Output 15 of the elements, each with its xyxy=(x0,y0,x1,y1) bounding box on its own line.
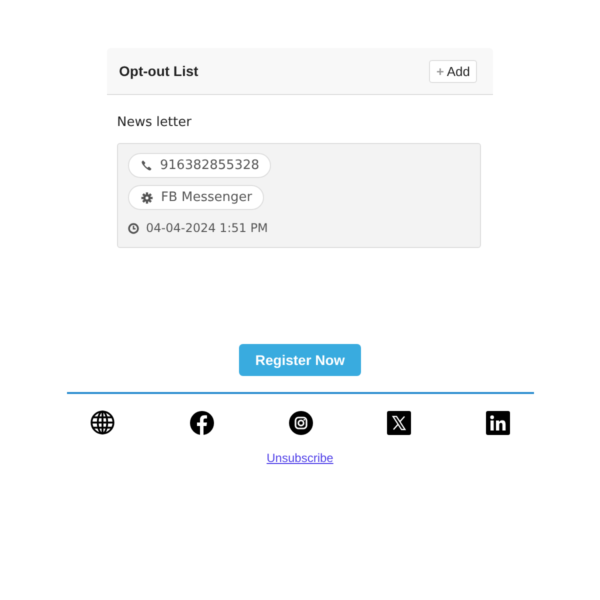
clock-icon xyxy=(128,222,139,234)
instagram-icon[interactable] xyxy=(288,410,312,434)
unsubscribe-link[interactable]: Unsubscribe xyxy=(266,451,334,465)
facebook-icon[interactable] xyxy=(190,410,214,434)
globe-icon[interactable] xyxy=(90,410,115,435)
phone-icon xyxy=(141,160,152,171)
section-label: News letter xyxy=(117,115,192,130)
channel-chip: 916382855328 xyxy=(128,153,272,178)
x-logo-icon[interactable] xyxy=(387,410,412,434)
add-button[interactable]: + Add xyxy=(429,60,477,82)
gear-icon xyxy=(141,192,153,204)
timestamp: 04-04-2024 1:51 PM xyxy=(146,221,268,235)
linkedin-icon[interactable] xyxy=(486,410,510,434)
panel-title: Opt-out List xyxy=(119,63,198,79)
channel-chip: FB Messenger xyxy=(128,185,264,210)
